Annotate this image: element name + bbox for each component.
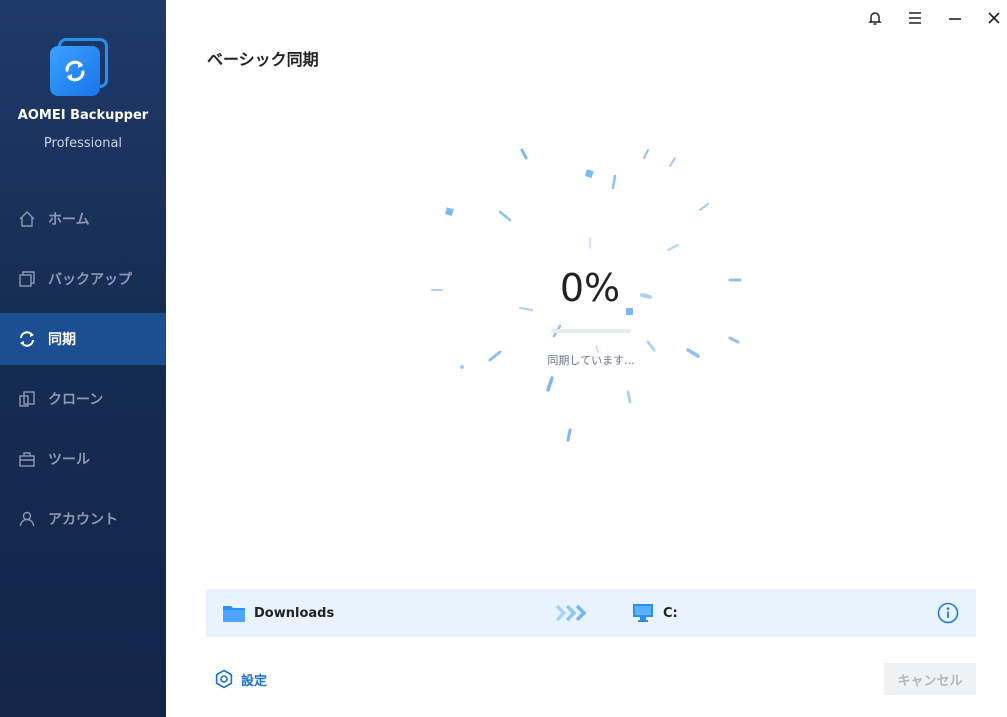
task-summary-strip: Downloads C: — [206, 589, 976, 637]
sidebar-item-account[interactable]: アカウント — [0, 493, 166, 545]
sidebar-item-home[interactable]: ホーム — [0, 193, 166, 245]
sidebar-item-sync[interactable]: 同期 — [0, 313, 166, 365]
sync-logo-icon — [65, 60, 85, 82]
menu-button[interactable] — [903, 6, 927, 30]
folder-icon — [223, 606, 245, 622]
sidebar-item-label: ツール — [48, 452, 90, 468]
sidebar-item-label: 同期 — [48, 332, 76, 348]
minimize-icon — [949, 18, 961, 20]
sidebar-item-backup[interactable]: バックアップ — [0, 253, 166, 305]
sidebar-item-label: クローン — [48, 392, 104, 408]
backup-icon — [18, 270, 36, 288]
close-button[interactable] — [982, 6, 1006, 30]
progress-bar — [551, 329, 631, 333]
source-label: Downloads — [254, 605, 335, 621]
app-name: AOMEI Backupper — [17, 108, 149, 123]
notifications-button[interactable] — [863, 6, 887, 30]
sidebar-item-tools[interactable]: ツール — [0, 433, 166, 485]
app-edition: Professional — [43, 136, 123, 151]
clone-icon — [18, 390, 36, 408]
info-button[interactable] — [937, 602, 959, 624]
direction-arrows-icon — [554, 603, 588, 623]
home-icon — [18, 210, 36, 228]
sidebar: AOMEI Backupper Professional ホーム バックアップ … — [0, 0, 166, 717]
sidebar-item-label: バックアップ — [48, 272, 132, 288]
minimize-button[interactable] — [943, 6, 967, 30]
info-icon — [937, 602, 959, 624]
page-title: ベーシック同期 — [207, 50, 319, 69]
bell-icon — [868, 12, 882, 25]
tools-icon — [18, 450, 36, 468]
sidebar-item-label: ホーム — [48, 212, 90, 228]
app-logo — [50, 38, 108, 96]
sync-icon — [18, 330, 36, 348]
destination-label: C: — [663, 605, 678, 621]
cancel-button[interactable]: キャンセル — [884, 663, 976, 695]
close-icon — [988, 12, 1000, 24]
settings-icon — [215, 669, 233, 689]
menu-icon — [909, 12, 921, 24]
settings-button[interactable]: 設定 — [214, 668, 267, 690]
sidebar-item-label: アカウント — [48, 512, 118, 528]
account-icon — [18, 510, 36, 528]
progress-percent: 0% — [559, 266, 621, 310]
source-item: Downloads — [222, 589, 334, 637]
progress-status: 同期しています... — [547, 354, 635, 367]
sidebar-item-clone[interactable]: クローン — [0, 373, 166, 425]
settings-label: 設定 — [241, 673, 268, 689]
computer-icon — [633, 604, 653, 622]
destination-item: C: — [632, 589, 678, 637]
